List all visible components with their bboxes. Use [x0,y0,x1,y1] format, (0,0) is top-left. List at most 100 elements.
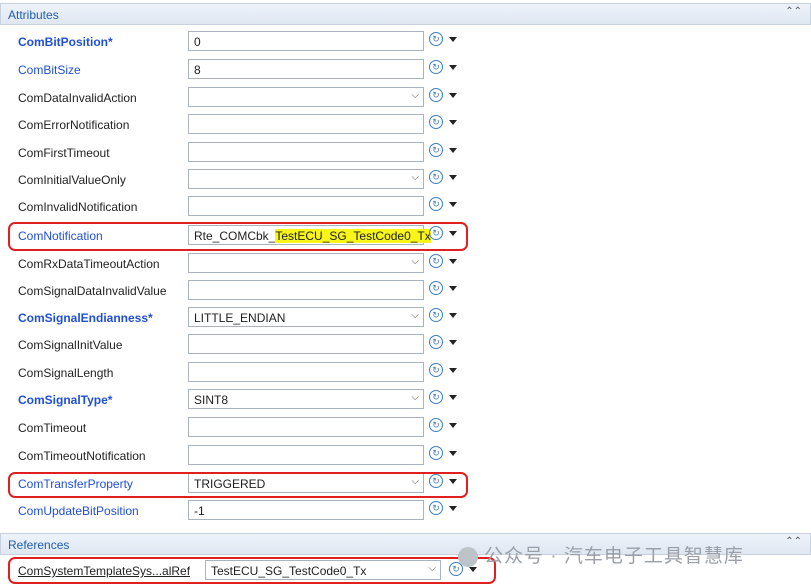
attribute-label: ComUpdateBitPosition [18,504,139,518]
wechat-icon [458,546,478,567]
dropdown-triangle-icon[interactable] [449,313,457,318]
dropdown-triangle-icon[interactable] [449,93,457,98]
highlight-box-com-notification [8,222,468,251]
attribute-select[interactable]: ⌵ [188,169,424,189]
attribute-input[interactable] [188,334,424,354]
attribute-controls: ↻ [429,281,461,299]
attribute-label: ComTimeout [18,421,87,435]
dropdown-triangle-icon[interactable] [449,259,457,264]
attribute-value: LITTLE_ENDIAN [194,311,286,325]
attribute-controls: ↻ [429,390,461,408]
dropdown-triangle-icon[interactable] [449,37,457,42]
reset-circle-icon[interactable]: ↻ [429,115,443,129]
attribute-label: ComDataInvalidAction [18,91,137,105]
attribute-row: ComFirstTimeout ↻ [0,140,811,167]
attribute-controls: ↻ [429,308,461,326]
attribute-label: ComFirstTimeout [18,146,110,160]
highlight-box-com-transfer-property [8,472,468,498]
attribute-controls: ↻ [429,170,461,188]
reset-circle-icon[interactable]: ↻ [429,335,443,349]
attribute-row: ComDataInvalidAction ⌵ ↻ [0,85,811,112]
attribute-value: SINT8 [194,393,229,407]
double-chevron-up-icon[interactable]: ⌃⌃ [785,6,802,17]
dropdown-triangle-icon[interactable] [449,148,457,153]
reset-circle-icon[interactable]: ↻ [429,363,443,377]
reset-circle-icon[interactable]: ↻ [429,281,443,295]
dropdown-triangle-icon[interactable] [449,286,457,291]
attribute-row: ComBitSize 8 ↻ [0,57,811,84]
reset-circle-icon[interactable]: ↻ [429,446,443,460]
dropdown-triangle-icon[interactable] [449,65,457,70]
attribute-label: ComRxDataTimeoutAction [18,257,160,271]
attribute-input[interactable] [188,142,424,162]
reset-circle-icon[interactable]: ↻ [429,32,443,46]
dropdown-triangle-icon[interactable] [449,423,457,428]
dropdown-triangle-icon[interactable] [449,175,457,180]
attribute-controls: ↻ [429,363,461,381]
reset-circle-icon[interactable]: ↻ [429,88,443,102]
chevron-down-icon[interactable]: ⌵ [411,256,419,267]
reset-circle-icon[interactable]: ↻ [429,501,443,515]
attribute-controls: ↻ [429,254,461,272]
attribute-controls: ↻ [429,88,461,106]
attribute-controls: ↻ [429,446,461,464]
attribute-row: ComBitPosition* 0 ↻ [0,29,811,56]
chevron-down-icon[interactable]: ⌵ [411,172,419,183]
attribute-row: ComErrorNotification ↻ [0,112,811,139]
attribute-controls: ↻ [429,32,461,50]
reset-circle-icon[interactable]: ↻ [429,170,443,184]
attribute-select[interactable]: SINT8 ⌵ [188,389,424,409]
attribute-input[interactable] [188,417,424,437]
attribute-input[interactable] [188,280,424,300]
dropdown-triangle-icon[interactable] [449,368,457,373]
attribute-row: ComSignalDataInvalidValue ↻ [0,278,811,305]
reset-circle-icon[interactable]: ↻ [429,390,443,404]
attribute-row: ComSignalInitValue ↻ [0,332,811,359]
chevron-down-icon[interactable]: ⌵ [411,310,419,321]
attribute-row: ComSignalEndianness* LITTLE_ENDIAN ⌵ ↻ [0,305,811,332]
chevron-down-icon[interactable]: ⌵ [411,392,419,403]
dropdown-triangle-icon[interactable] [449,120,457,125]
attribute-select[interactable]: ⌵ [188,253,424,273]
attribute-input[interactable] [188,445,424,465]
attribute-label: ComTimeoutNotification [18,449,146,463]
attribute-input[interactable]: 0 [188,31,424,51]
reset-circle-icon[interactable]: ↻ [429,197,443,211]
attribute-row: ComInvalidNotification ↻ [0,194,811,221]
attribute-input[interactable] [188,196,424,216]
reset-circle-icon[interactable]: ↻ [429,308,443,322]
watermark-text: 公众号 · 汽车电子工具智慧库 [484,546,744,567]
attribute-select[interactable]: ⌵ [188,87,424,107]
attribute-label: ComInitialValueOnly [18,173,126,187]
reset-circle-icon[interactable]: ↻ [429,143,443,157]
attribute-row: ComRxDataTimeoutAction ⌵ ↻ [0,251,811,278]
attribute-row: ComInitialValueOnly ⌵ ↻ [0,167,811,194]
attribute-row: ComSignalType* SINT8 ⌵ ↻ [0,387,811,414]
reset-circle-icon[interactable]: ↻ [429,254,443,268]
attribute-row: ComSignalLength ↻ [0,360,811,387]
reset-circle-icon[interactable]: ↻ [429,418,443,432]
attribute-value: -1 [194,504,205,518]
attribute-label: ComSignalDataInvalidValue [18,284,167,298]
dropdown-triangle-icon[interactable] [449,451,457,456]
attributes-title: Attributes [8,8,59,22]
attribute-input[interactable] [188,362,424,382]
dropdown-triangle-icon[interactable] [449,340,457,345]
chevron-down-icon[interactable]: ⌵ [411,90,419,101]
attribute-input[interactable] [188,114,424,134]
attribute-input[interactable]: 8 [188,59,424,79]
attributes-section-header[interactable]: Attributes ⌃⌃ [0,3,811,25]
attribute-controls: ↻ [429,115,461,133]
attribute-label: ComErrorNotification [18,118,130,132]
attribute-label: ComInvalidNotification [18,200,138,214]
attribute-input[interactable]: -1 [188,500,424,520]
attribute-label: ComSignalEndianness* [18,311,153,325]
attribute-select[interactable]: LITTLE_ENDIAN ⌵ [188,307,424,327]
dropdown-triangle-icon[interactable] [449,395,457,400]
dropdown-triangle-icon[interactable] [449,506,457,511]
double-chevron-up-icon[interactable]: ⌃⌃ [785,536,802,547]
attribute-controls: ↻ [429,197,461,215]
attribute-value: 0 [194,35,201,49]
reset-circle-icon[interactable]: ↻ [429,60,443,74]
dropdown-triangle-icon[interactable] [449,202,457,207]
